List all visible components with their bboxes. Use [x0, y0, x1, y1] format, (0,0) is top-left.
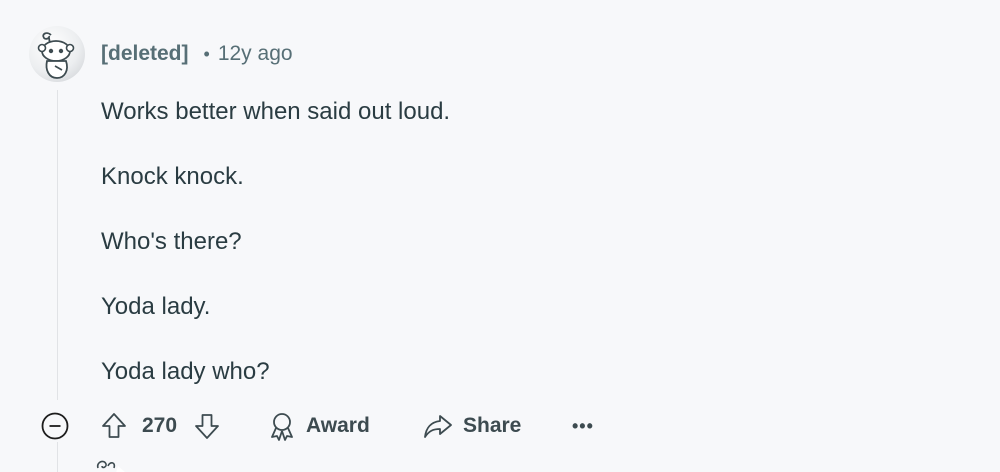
comment-container: [deleted] • 12y ago Works better when sa…	[0, 0, 1000, 472]
share-label: Share	[463, 414, 522, 437]
snoo-avatar-icon	[96, 460, 125, 472]
more-options-icon: •••	[572, 415, 594, 436]
award-ribbon-icon	[271, 413, 293, 441]
share-button[interactable]: Share	[423, 408, 521, 444]
minus-circle-icon	[41, 412, 69, 440]
upvote-button[interactable]	[100, 411, 128, 441]
comment-meta: [deleted] • 12y ago	[101, 41, 293, 67]
award-label: Award	[306, 414, 370, 437]
more-options-button[interactable]: •••	[572, 408, 594, 444]
thread-line[interactable]	[57, 90, 58, 400]
vote-score: 270	[142, 414, 178, 437]
comment-paragraph: Knock knock.	[101, 163, 244, 190]
collapse-button[interactable]	[40, 411, 70, 441]
vote-controls: 270	[100, 408, 221, 444]
next-comment-avatar[interactable]	[88, 456, 136, 472]
share-arrow-icon	[424, 415, 452, 438]
comment-paragraph: Who's there?	[101, 228, 242, 255]
snoo-avatar-icon	[37, 32, 75, 79]
award-button[interactable]: Award	[268, 408, 370, 444]
comment-timestamp[interactable]: 12y ago	[218, 42, 293, 66]
downvote-arrow-icon	[195, 414, 219, 439]
avatar[interactable]	[29, 26, 85, 82]
comment-paragraph: Yoda lady.	[101, 293, 211, 320]
comment-paragraph: Works better when said out loud.	[101, 98, 451, 125]
comment-body: Works better when said out loud. Knock k…	[101, 96, 961, 421]
meta-separator: •	[203, 43, 210, 64]
thread-line[interactable]	[57, 442, 58, 472]
comment-action-bar: 270 Award Share •••	[40, 406, 660, 446]
upvote-arrow-icon	[102, 413, 126, 438]
downvote-button[interactable]	[193, 411, 221, 441]
author-name[interactable]: [deleted]	[101, 42, 189, 66]
